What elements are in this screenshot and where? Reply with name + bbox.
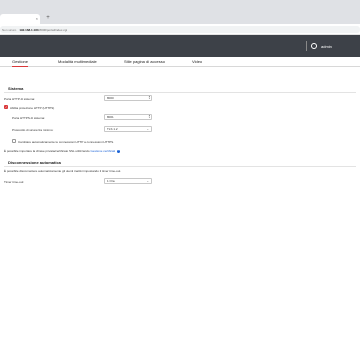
user-menu[interactable]: admin: [306, 41, 332, 51]
cert-note-text: È possibile importare la chiave privata/…: [4, 149, 90, 153]
section-divider: [4, 166, 356, 167]
cert-note: È possibile importare la chiave privata/…: [4, 149, 120, 153]
https-port-label: Porta HTTPS di sistema:: [12, 116, 46, 120]
browser-tab-strip: × +: [0, 0, 360, 24]
auto-https-checkbox[interactable]: [12, 139, 16, 143]
port-stepper-icon[interactable]: ▴ ▾: [149, 95, 150, 100]
tab-modalita-multimediale[interactable]: Modalità multimediale: [58, 59, 97, 64]
http-port-value: 8000: [107, 96, 114, 100]
https-enable-checkbox[interactable]: [4, 105, 8, 109]
https-port-input[interactable]: 8001 ▴ ▾: [104, 114, 152, 120]
chevron-down-icon: ⌄: [146, 179, 149, 183]
section-title-disconnessione: Disconnessione automatica: [8, 160, 61, 165]
url-path: :8000/portal/index.cgi: [38, 27, 68, 32]
http-port-input[interactable]: 8000 ▴ ▾: [104, 95, 152, 101]
section-divider: [4, 92, 356, 93]
auto-https-label: Cambiare automaticamente le connessioni …: [18, 140, 114, 144]
cert-management-link[interactable]: Gestione certificati: [90, 149, 115, 153]
tab-gestione[interactable]: Gestione: [12, 59, 29, 67]
close-icon[interactable]: ×: [36, 16, 38, 21]
chevron-down-icon: ⌄: [146, 127, 149, 131]
timeout-label: Timer time-out:: [4, 180, 25, 184]
https-enable-label: Abilita protezione HTTP (HTTPS): [10, 106, 55, 110]
timeout-select[interactable]: 1 Ora ⌄: [104, 178, 152, 184]
section-title-sistema: Sistema: [8, 86, 24, 91]
app-header: admin: [0, 35, 360, 57]
user-name: admin: [321, 43, 332, 49]
url-field[interactable]: Non sicuro 192.168.1.183 :8000/portal/in…: [0, 26, 360, 33]
url-host: 192.168.1.183: [19, 27, 39, 32]
timeout-value: 1 Ora: [107, 179, 115, 183]
http-port-label: Porta HTTP di sistema:: [4, 97, 35, 101]
security-indicator[interactable]: Non sicuro: [2, 28, 16, 32]
browser-tab[interactable]: ×: [0, 14, 40, 24]
disconnect-description: È possibile disconnettere automaticament…: [4, 169, 122, 173]
protocol-label: Protocollo di sicurezza minimo:: [12, 128, 54, 132]
new-tab-button[interactable]: +: [44, 14, 52, 23]
settings-content: Sistema Porta HTTP di sistema: 8000 ▴▾ A…: [0, 67, 360, 360]
protocol-value: TLS 1.2: [107, 127, 118, 131]
https-port-value: 8001: [107, 115, 114, 119]
tab-video[interactable]: Video: [192, 59, 202, 64]
address-bar: Non sicuro 192.168.1.183 :8000/portal/in…: [0, 24, 360, 35]
tab-stile-pagina-accesso[interactable]: Stile pagina di accesso: [124, 59, 165, 64]
info-icon[interactable]: i: [116, 149, 120, 153]
user-circle-icon: [311, 43, 317, 49]
protocol-select[interactable]: TLS 1.2 ⌄: [104, 126, 152, 132]
settings-tabs: Gestione Modalità multimediale Stile pag…: [0, 57, 360, 67]
port-stepper-icon[interactable]: ▴ ▾: [149, 114, 150, 119]
